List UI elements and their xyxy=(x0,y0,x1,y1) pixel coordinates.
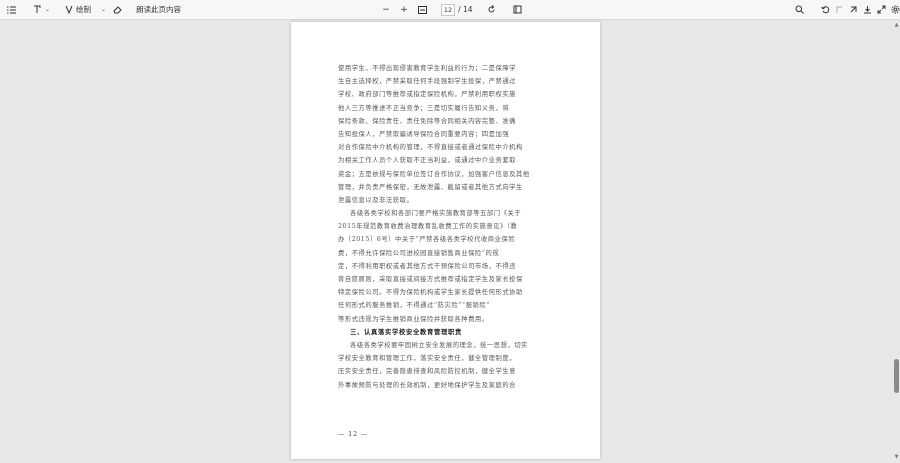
text-line: 学校、政府部门等推荐或指定保险机构，严禁利用职权实施 xyxy=(338,91,517,99)
text-select-icon[interactable] xyxy=(30,2,44,18)
vertical-scrollbar[interactable]: ▲ ▼ xyxy=(892,20,900,463)
text-line: 为相关工作人员个人获取不正当利益，或通过中介业务套取 xyxy=(338,157,517,165)
page-body: 使用学生，不得出现侵害教育学生利益的行为；二是保障学 生自主选择权，严禁采取任何… xyxy=(338,62,557,392)
read-aloud-button[interactable]: 朗读此页内容 xyxy=(136,4,181,15)
zoom-in-button[interactable]: + xyxy=(397,2,411,18)
ink-icon[interactable] xyxy=(847,2,861,18)
rotate-icon[interactable] xyxy=(485,2,499,18)
text-line: 定，不得利用职权或者其他方式干预保险公司市场，不得违 xyxy=(338,262,517,270)
text-line: 外事故预防与处理的长效机制，更好地保护学生及家庭的合 xyxy=(338,381,517,389)
text-line: 2015年规范教育收费治理教育乱收费工作的实施意见》（教 xyxy=(338,223,518,231)
document-viewer[interactable]: 使用学生，不得出现侵害教育学生利益的行为；二是保障学 生自主选择权，严禁采取任何… xyxy=(0,20,900,463)
page-number-input[interactable] xyxy=(441,3,456,16)
text-line: 等形式违规为学生推销商业保险并获取各种费用。 xyxy=(338,315,489,323)
text-line: 背自愿原则，采取直接或间接方式推荐或指定学生及家长投保 xyxy=(338,276,523,283)
redo-icon xyxy=(833,2,847,18)
highlight-pen-icon[interactable] xyxy=(62,2,76,18)
page-view-icon[interactable] xyxy=(511,2,525,18)
undo-icon[interactable] xyxy=(819,2,833,18)
settings-gear-icon[interactable] xyxy=(889,2,900,18)
pdf-page: 使用学生，不得出现侵害教育学生利益的行为；二是保障学 生自主选择权，严禁采取任何… xyxy=(291,22,600,459)
text-line: 特定保险公司。不得为保险机构或学生家长提供任何形式协助 xyxy=(338,289,523,297)
save-icon[interactable] xyxy=(861,2,875,18)
page-number: — 12 — xyxy=(338,430,369,438)
text-line: 办〔2015〕6号）中关于“严禁各级各类学校代收商业保险 xyxy=(338,236,516,244)
text-line: 费，不得允许保险公司进校园直接销售商业保险”的规 xyxy=(338,249,500,257)
eraser-icon[interactable] xyxy=(110,2,124,18)
chevron-down-icon[interactable]: ⌄ xyxy=(101,6,106,13)
highlight-label[interactable]: 绘制 xyxy=(76,4,91,15)
fit-page-icon[interactable] xyxy=(415,2,429,18)
text-line: 使用学生，不得出现侵害教育学生利益的行为；二是保障学 xyxy=(338,65,517,72)
section-heading: 三、认真落实学校安全教育管理职责 xyxy=(350,328,462,336)
text-line: 资金；五是依规与保险单位签订合作协议，加强客户信息及其他 xyxy=(338,170,530,178)
text-line: 学校安全教育和管理工作，落实安全责任，健全管理制度， xyxy=(338,355,517,363)
zoom-out-button[interactable]: − xyxy=(379,2,393,18)
text-line: 他人三方等推进不正当竞争；三是切实履行告知义务，将 xyxy=(338,104,510,112)
text-line: 生自主选择权，严禁采取任何手段强制学生投保，严禁通过 xyxy=(338,78,517,86)
text-line: 泄露信息以及非法获取。 xyxy=(338,196,414,204)
scrollbar-thumb[interactable] xyxy=(894,359,899,393)
search-icon[interactable] xyxy=(793,2,807,18)
chevron-down-icon[interactable]: ⌄ xyxy=(45,6,50,13)
text-line: 各级各类学校和各部门要严格实施教育部等五部门《关于 xyxy=(350,210,522,218)
text-line: 告知投保人，严禁欺骗诱导保险合同重要内容；四是加强 xyxy=(338,130,510,138)
toolbar: ⌄ 绘制 ⌄ 朗读此页内容 − + / 14 xyxy=(0,0,900,20)
scroll-down-arrow-icon[interactable]: ▼ xyxy=(893,454,900,461)
contents-list-icon[interactable] xyxy=(4,2,18,18)
text-line: 任何形式的服务推销，不得通过“防灾险”“报销险” xyxy=(338,302,491,310)
text-line: 管理，并负责严格保密，无故泄露、截留或者其他方式向学生 xyxy=(338,183,523,191)
text-line: 各级各类学校要牢固树立安全发展的理念，统一思想，切实 xyxy=(350,341,529,349)
text-line: 保险条款、保险责任、责任免除等合同相关内容完整、准确 xyxy=(338,117,517,125)
scroll-up-arrow-icon[interactable]: ▲ xyxy=(893,22,900,29)
text-line: 压实安全责任，完善隐患排查和风险防控机制，健全学生意 xyxy=(338,368,517,376)
text-line: 对合作保险中介机构的管理，不得直接或者通过保险中介机构 xyxy=(338,144,523,152)
page-total: / 14 xyxy=(458,5,473,14)
fullscreen-icon[interactable] xyxy=(875,2,889,18)
